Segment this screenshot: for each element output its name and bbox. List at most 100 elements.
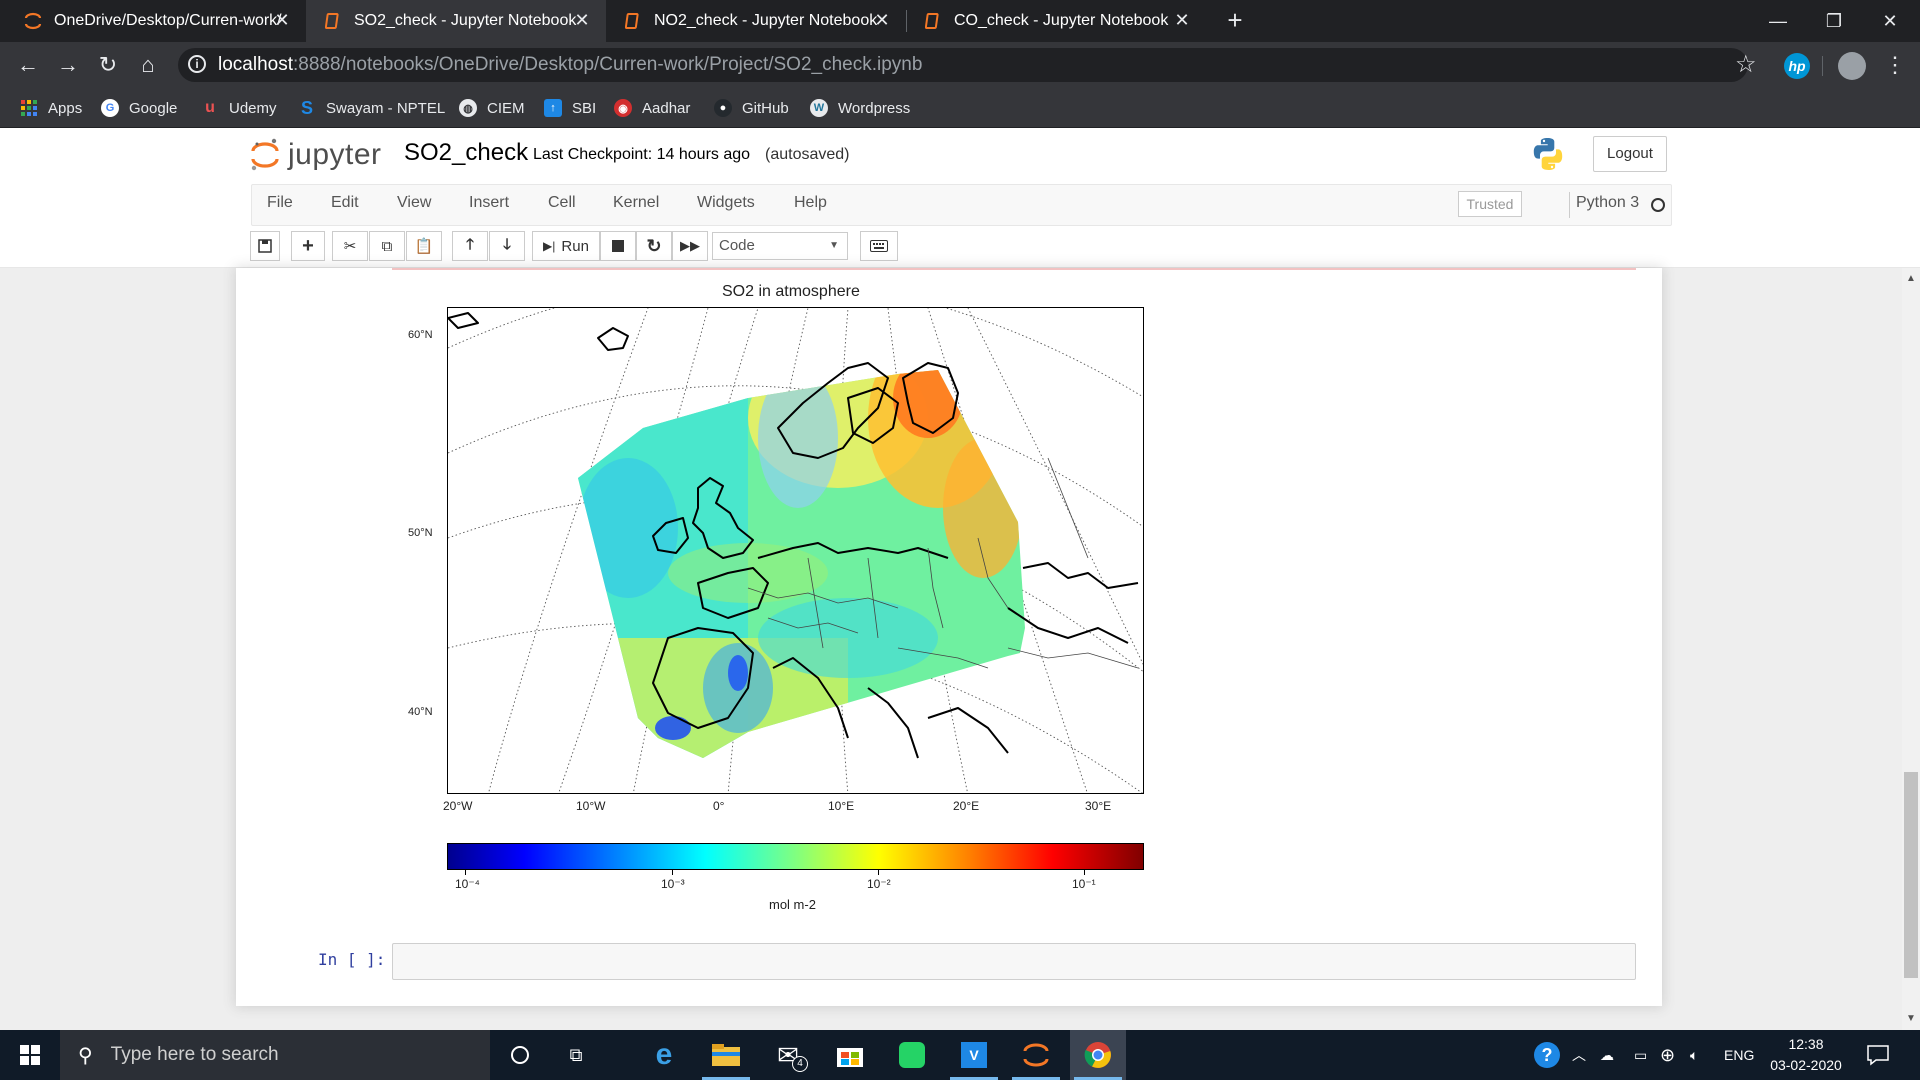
- bookmark-star-icon[interactable]: ☆: [1735, 50, 1757, 79]
- help-icon: ?: [1534, 1042, 1560, 1068]
- input-prompt: In [ ]:: [318, 950, 386, 969]
- move-up-button[interactable]: 🡑: [452, 231, 488, 261]
- back-arrow-icon[interactable]: ←: [12, 49, 44, 81]
- jupyter-logo[interactable]: jupyter: [250, 135, 382, 175]
- show-hidden-icons[interactable]: ︿: [1572, 1030, 1586, 1080]
- close-tab-icon[interactable]: ✕: [872, 10, 892, 31]
- reload-icon[interactable]: ↻: [92, 49, 124, 81]
- language-indicator[interactable]: ENG: [1724, 1030, 1754, 1080]
- taskbar-search[interactable]: ⚲ Type here to search: [60, 1030, 490, 1080]
- plot-title: SO2 in atmosphere: [722, 283, 860, 300]
- menu-widgets[interactable]: Widgets: [697, 194, 755, 212]
- scroll-up-icon[interactable]: ▲: [1902, 270, 1920, 288]
- url-host: localhost: [218, 54, 293, 75]
- menu-help[interactable]: Help: [794, 194, 827, 212]
- action-center-button[interactable]: [1866, 1043, 1890, 1067]
- tab-co-check[interactable]: CO_check - Jupyter Notebook ✕: [906, 0, 1206, 42]
- menu-insert[interactable]: Insert: [469, 194, 509, 212]
- save-button[interactable]: [250, 231, 280, 261]
- command-palette-button[interactable]: [860, 231, 898, 261]
- minimize-icon[interactable]: —: [1748, 0, 1808, 42]
- close-tab-icon[interactable]: ✕: [1172, 10, 1192, 31]
- map-plot: [447, 307, 1144, 794]
- new-tab-plus-icon[interactable]: +: [1222, 7, 1248, 33]
- bookmark-aadhar[interactable]: ◉ Aadhar: [614, 96, 690, 120]
- menu-file[interactable]: File: [267, 194, 293, 212]
- tab-title: CO_check - Jupyter Notebook: [954, 12, 1169, 29]
- colorbar-label-1e-1: 10⁻¹: [1072, 877, 1096, 891]
- task-view-icon: ⧉: [569, 1044, 583, 1065]
- copy-icon: ⧉: [381, 237, 393, 255]
- bookmark-ciem[interactable]: ◍ CIEM: [459, 96, 525, 120]
- taskbar-store[interactable]: [822, 1030, 878, 1080]
- taskbar-whatsapp[interactable]: [884, 1030, 940, 1080]
- run-button[interactable]: ▶| Run: [532, 231, 600, 261]
- bookmark-sbi[interactable]: ↑ SBI: [544, 96, 596, 120]
- vp-icon: V: [961, 1042, 987, 1068]
- kernel-name[interactable]: Python 3: [1576, 194, 1639, 212]
- bookmark-github[interactable]: ● GitHub: [714, 96, 789, 120]
- close-tab-icon[interactable]: ✕: [272, 10, 292, 31]
- volume-tray[interactable]: 🔈︎: [1690, 1030, 1698, 1080]
- copy-button[interactable]: ⧉: [369, 231, 405, 261]
- battery-tray[interactable]: ▭: [1634, 1030, 1647, 1080]
- help-tray-icon[interactable]: ?: [1534, 1030, 1560, 1080]
- forward-arrow-icon[interactable]: →: [52, 49, 84, 81]
- windows-start-button[interactable]: [0, 1030, 60, 1080]
- onedrive-tray[interactable]: ☁: [1600, 1030, 1614, 1080]
- notebook-name[interactable]: SO2_check: [404, 139, 528, 167]
- move-down-button[interactable]: 🡓: [489, 231, 525, 261]
- restore-icon[interactable]: ❐: [1804, 0, 1864, 42]
- tab-so2-check[interactable]: SO2_check - Jupyter Notebook ✕: [306, 0, 606, 42]
- bookmark-google[interactable]: G Google: [101, 96, 177, 120]
- taskbar-chrome[interactable]: [1070, 1030, 1126, 1080]
- google-icon: G: [101, 99, 119, 117]
- bookmark-swayam[interactable]: S Swayam - NPTEL: [298, 96, 445, 120]
- python-logo-icon: [1530, 136, 1566, 172]
- taskbar-file-explorer[interactable]: [698, 1030, 754, 1080]
- trusted-indicator[interactable]: Trusted: [1458, 191, 1522, 217]
- edge-icon: e: [655, 1038, 673, 1071]
- close-window-icon[interactable]: ✕: [1860, 0, 1920, 42]
- home-icon[interactable]: ⌂: [132, 49, 164, 81]
- scroll-down-icon[interactable]: ▼: [1902, 1010, 1920, 1028]
- scrollbar-thumb[interactable]: [1904, 772, 1918, 978]
- code-cell-input[interactable]: [392, 943, 1636, 980]
- tab-onedrive[interactable]: OneDrive/Desktop/Curren-work/ ✕: [0, 0, 306, 42]
- menu-edit[interactable]: Edit: [331, 194, 359, 212]
- menu-kernel[interactable]: Kernel: [613, 194, 659, 212]
- bookmark-wordpress[interactable]: W Wordpress: [810, 96, 910, 120]
- cortana-button[interactable]: [492, 1030, 548, 1080]
- hp-extension-icon[interactable]: hp: [1784, 53, 1810, 79]
- tab-title: NO2_check - Jupyter Notebook: [654, 12, 878, 29]
- interrupt-button[interactable]: [600, 231, 636, 261]
- network-tray[interactable]: ⊕: [1660, 1030, 1675, 1080]
- profile-avatar[interactable]: [1838, 52, 1866, 80]
- kebab-menu-icon[interactable]: ⋮: [1884, 50, 1906, 80]
- logout-button[interactable]: Logout: [1593, 136, 1667, 172]
- cut-button[interactable]: ✂: [332, 231, 368, 261]
- url-text[interactable]: localhost:8888/notebooks/OneDrive/Deskto…: [218, 52, 922, 78]
- globe-network-icon: ⊕: [1660, 1044, 1676, 1065]
- kernel-divider: [1569, 192, 1570, 218]
- menu-view[interactable]: View: [397, 194, 431, 212]
- tab-no2-check[interactable]: NO2_check - Jupyter Notebook ✕: [606, 0, 906, 42]
- close-tab-icon[interactable]: ✕: [572, 10, 592, 31]
- cell-type-select[interactable]: Code ▼: [712, 232, 848, 260]
- paste-button[interactable]: 📋: [406, 231, 442, 261]
- tab-title: SO2_check - Jupyter Notebook: [354, 12, 577, 29]
- insert-cell-button[interactable]: +: [291, 231, 325, 261]
- bookmark-udemy[interactable]: u Udemy: [201, 96, 276, 120]
- taskbar-mail[interactable]: ✉ 4: [760, 1030, 816, 1080]
- bookmark-apps[interactable]: Apps: [20, 96, 82, 120]
- task-view-button[interactable]: ⧉: [548, 1030, 604, 1080]
- taskbar-jupyter[interactable]: [1008, 1030, 1064, 1080]
- site-info-icon[interactable]: i: [188, 55, 206, 73]
- restart-run-all-button[interactable]: ▶▶: [672, 231, 708, 261]
- stop-icon: [612, 240, 624, 252]
- taskbar-edge[interactable]: e: [636, 1030, 692, 1080]
- taskbar-clock[interactable]: 12:38 03-02-2020: [1766, 1034, 1846, 1076]
- taskbar-visual-paradigm[interactable]: V: [946, 1030, 1002, 1080]
- restart-button[interactable]: ↻: [636, 231, 672, 261]
- menu-cell[interactable]: Cell: [548, 194, 576, 212]
